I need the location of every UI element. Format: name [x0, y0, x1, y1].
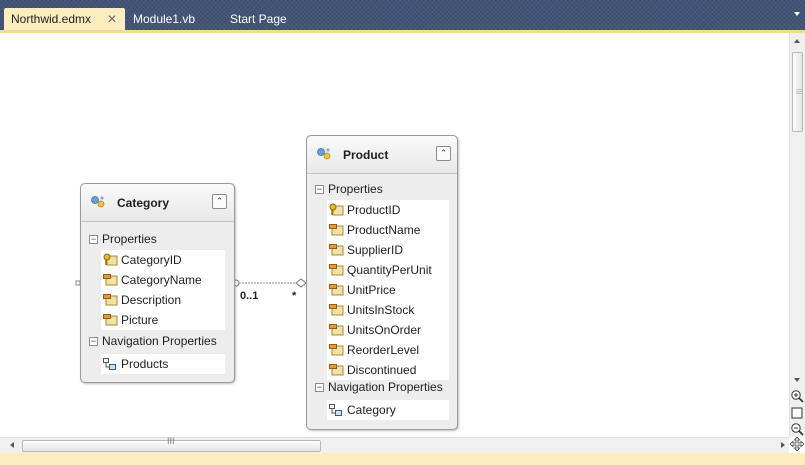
collapse-chevron-icon[interactable]: ⌃ [212, 194, 227, 209]
bottom-status-strip [0, 453, 805, 465]
collapse-minus-icon[interactable]: − [89, 337, 98, 346]
pan-move-icon[interactable] [790, 437, 804, 451]
navigation-properties-list: Products [101, 354, 225, 374]
key-property-icon [329, 203, 344, 216]
property-item[interactable]: ProductName [327, 220, 449, 240]
entity-designer-canvas[interactable]: 0..1 * Category ⌃ − Properties CategoryID… [0, 33, 789, 437]
tab-label: Northwid.edmx [11, 12, 92, 26]
vertical-scroll-thumb[interactable]: — — — [792, 52, 803, 132]
scroll-right-arrow-icon[interactable] [781, 442, 785, 448]
property-item[interactable]: UnitsInStock [327, 300, 449, 320]
navigation-property-item[interactable]: Category [327, 400, 449, 420]
scalar-property-icon [329, 344, 344, 356]
property-item[interactable]: Description [101, 290, 225, 310]
close-tab-icon[interactable]: ✕ [107, 8, 117, 30]
entity-category[interactable]: Category ⌃ − Properties CategoryID Catego… [80, 183, 235, 383]
entity-product[interactable]: Product ⌃ − Properties ProductID ProductN… [306, 135, 458, 430]
property-item[interactable]: Picture [101, 310, 225, 330]
navigation-property-icon [329, 404, 342, 416]
grip-icon: III [167, 436, 175, 446]
properties-list: ProductID ProductName SupplierID Quantit… [327, 200, 449, 380]
horizontal-scroll-thumb[interactable]: III [22, 436, 321, 452]
vertical-scrollbar[interactable]: — — — [789, 33, 805, 437]
zoom-out-icon[interactable] [790, 422, 804, 436]
properties-list: CategoryID CategoryName Description Pict… [101, 250, 225, 330]
scalar-property-icon [329, 264, 344, 276]
navigation-property-item[interactable]: Products [101, 354, 225, 374]
property-item[interactable]: ProductID [327, 200, 449, 220]
property-item[interactable]: CategoryID [101, 250, 225, 270]
association-multiplicity-right: * [292, 290, 297, 302]
entity-header: Product ⌃ [307, 136, 457, 174]
scroll-left-arrow-icon[interactable] [10, 442, 14, 448]
zoom-to-fit-icon[interactable] [790, 406, 804, 420]
property-item[interactable]: QuantityPerUnit [327, 260, 449, 280]
collapse-minus-icon[interactable]: − [315, 383, 324, 392]
tab-northwind-edmx[interactable]: Northwid.edmx ✕ [4, 8, 125, 30]
grip-icon: — — — [796, 87, 802, 97]
scroll-down-arrow-icon[interactable] [794, 378, 800, 382]
entity-name: Product [343, 148, 389, 162]
tab-label: Module1.vb [133, 12, 196, 26]
scroll-up-arrow-icon[interactable] [794, 39, 800, 43]
scalar-property-icon [103, 274, 118, 286]
entity-header: Category ⌃ [81, 184, 234, 222]
scalar-property-icon [329, 364, 344, 376]
entity-type-icon [317, 148, 331, 160]
property-item[interactable]: Discontinued [327, 360, 449, 380]
property-item[interactable]: SupplierID [327, 240, 449, 260]
collapse-minus-icon[interactable]: − [89, 235, 98, 244]
scalar-property-icon [103, 314, 118, 326]
scalar-property-icon [329, 224, 344, 236]
scalar-property-icon [103, 294, 118, 306]
key-property-icon [103, 253, 118, 266]
tab-label: Start Page [230, 12, 287, 26]
property-item[interactable]: ReorderLevel [327, 340, 449, 360]
properties-section-header[interactable]: − Properties [315, 180, 383, 198]
scalar-property-icon [329, 244, 344, 256]
scalar-property-icon [329, 304, 344, 316]
collapse-minus-icon[interactable]: − [315, 185, 324, 194]
tab-module1-vb[interactable]: Module1.vb [126, 8, 202, 30]
zoom-in-icon[interactable] [790, 389, 804, 403]
scalar-property-icon [329, 284, 344, 296]
property-item[interactable]: CategoryName [101, 270, 225, 290]
entity-type-icon [91, 196, 105, 208]
navigation-properties-section-header[interactable]: − Navigation Properties [89, 332, 217, 350]
horizontal-scrollbar[interactable]: III [0, 436, 789, 453]
tab-list-dropdown-icon[interactable] [794, 12, 800, 16]
properties-section-header[interactable]: − Properties [89, 230, 157, 248]
document-tab-strip: Northwid.edmx ✕ Module1.vb Start Page [0, 0, 805, 33]
property-item[interactable]: UnitPrice [327, 280, 449, 300]
property-item[interactable]: UnitsOnOrder [327, 320, 449, 340]
collapse-chevron-icon[interactable]: ⌃ [436, 146, 451, 161]
scalar-property-icon [329, 324, 344, 336]
navigation-properties-section-header[interactable]: − Navigation Properties [315, 378, 443, 396]
association-multiplicity-left: 0..1 [240, 290, 259, 302]
navigation-properties-list: Category [327, 400, 449, 420]
tab-start-page[interactable]: Start Page [223, 8, 294, 30]
entity-name: Category [117, 196, 170, 210]
navigation-property-icon [103, 358, 116, 370]
